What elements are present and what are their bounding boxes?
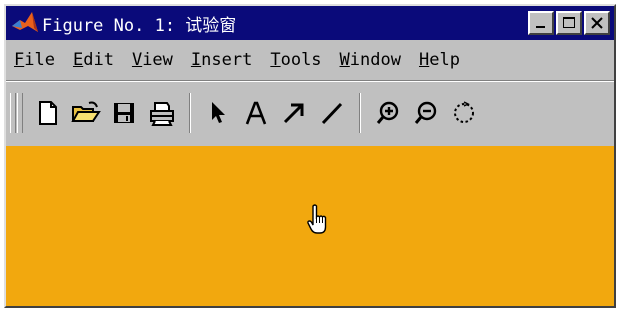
menu-bar: File Edit View Insert Tools Window Help: [6, 42, 614, 78]
toolbar-separator: [189, 93, 191, 133]
hand-cursor-icon: [307, 204, 327, 234]
rotate-button[interactable]: [448, 97, 480, 129]
arrow-icon: [283, 103, 304, 124]
menu-tools[interactable]: Tools: [270, 50, 321, 70]
insert-text-button[interactable]: [240, 97, 272, 129]
minimize-icon: [536, 26, 545, 28]
open-button[interactable]: [70, 97, 102, 129]
save-button[interactable]: [108, 97, 140, 129]
matlab-logo-icon: [12, 12, 38, 32]
select-button[interactable]: [202, 97, 234, 129]
toolbar-divider: [6, 80, 614, 82]
new-file-icon: [39, 101, 57, 125]
maximize-icon: [563, 17, 575, 28]
zoom-out-button[interactable]: [410, 97, 442, 129]
figure-canvas[interactable]: [6, 146, 614, 306]
line-icon: [321, 102, 343, 125]
maximize-button[interactable]: [556, 11, 582, 35]
window-controls: [526, 11, 610, 35]
open-folder-icon: [71, 101, 101, 122]
rotate-icon: [454, 101, 474, 123]
menu-file[interactable]: File: [14, 50, 55, 70]
toolbar-separator-2: [359, 93, 361, 133]
text-icon: [245, 101, 267, 125]
toolbar-grip[interactable]: [10, 93, 16, 133]
zoom-in-button[interactable]: [372, 97, 404, 129]
menu-edit[interactable]: Edit: [73, 50, 114, 70]
insert-arrow-button[interactable]: [278, 97, 310, 129]
zoom-in-icon: [376, 101, 399, 124]
zoom-out-icon: [414, 101, 437, 124]
toolbar: [6, 84, 614, 142]
insert-line-button[interactable]: [316, 97, 348, 129]
window-title: Figure No. 1: 试验窗: [42, 15, 237, 36]
menu-insert[interactable]: Insert: [191, 50, 252, 70]
toolbar-grip-inner: [17, 93, 23, 133]
minimize-button[interactable]: [528, 11, 554, 35]
select-arrow-icon: [212, 102, 225, 123]
new-file-button[interactable]: [32, 97, 64, 129]
figure-window: Figure No. 1: 试验窗 File Edit View Insert …: [4, 4, 616, 308]
print-button[interactable]: [146, 97, 178, 129]
close-button[interactable]: [584, 11, 610, 35]
close-icon: [591, 17, 603, 29]
menu-window[interactable]: Window: [340, 50, 401, 70]
title-bar[interactable]: Figure No. 1: 试验窗: [6, 6, 614, 40]
print-icon: [150, 102, 174, 126]
save-icon: [114, 103, 134, 123]
menu-view[interactable]: View: [132, 50, 173, 70]
menu-help[interactable]: Help: [419, 50, 460, 70]
